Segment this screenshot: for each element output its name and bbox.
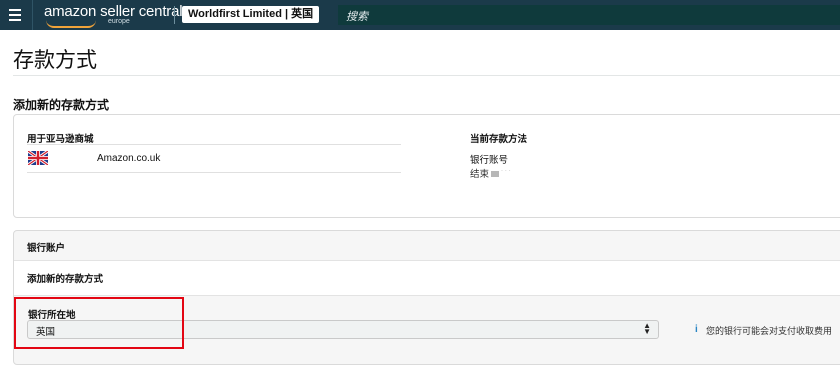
hamburger-menu-icon[interactable] <box>6 6 24 24</box>
bank-account-panel <box>13 230 840 365</box>
info-icon: i <box>695 324 698 335</box>
bank-account-number-label: 银行账号 <box>470 155 509 166</box>
masked-account-digits-faint: . . . <box>501 166 511 173</box>
store-selector[interactable]: Worldfirst Limited | 英国 <box>182 6 320 23</box>
marketplace-name: Amazon.co.uk <box>97 153 161 164</box>
bank-fee-info-text: 您的银行可能会对支付收取费用 <box>706 326 833 336</box>
select-arrows-icon: ▲ ▼ <box>643 321 651 336</box>
bank-location-label: 银行所在地 <box>28 310 76 321</box>
account-ending-row: 结束 . . . <box>470 166 511 180</box>
uk-flag-icon <box>28 151 48 165</box>
logo-region: europe <box>108 18 130 25</box>
marketplace-summary-card <box>13 114 840 218</box>
divider <box>27 172 401 173</box>
nav-divider <box>32 0 33 30</box>
divider <box>27 144 401 145</box>
current-method-heading: 当前存款方法 <box>470 134 528 145</box>
search-input[interactable]: 搜索 <box>338 5 840 25</box>
bank-location-value: 英国 <box>36 327 56 338</box>
add-deposit-method-subheading: 添加新的存款方式 <box>27 274 104 285</box>
page-title: 存款方式 <box>13 49 97 72</box>
marketplace-heading: 用于亚马逊商城 <box>27 134 94 145</box>
search-placeholder: 搜索 <box>346 11 368 23</box>
logo-smile-icon <box>46 20 96 28</box>
section-heading: 添加新的存款方式 <box>13 98 110 112</box>
account-ending-label: 结束 <box>470 169 490 180</box>
masked-account-digits <box>491 171 500 178</box>
add-method-strip <box>14 260 840 296</box>
title-divider <box>13 75 840 76</box>
nav-divider <box>174 6 175 24</box>
bank-location-select[interactable]: 英国 ▲ ▼ <box>27 320 659 339</box>
bank-account-title: 银行账户 <box>27 243 66 254</box>
top-nav-bar: amazon seller central europe Worldfirst … <box>0 0 840 30</box>
amazon-seller-central-logo[interactable]: amazon seller central europe <box>44 3 183 28</box>
